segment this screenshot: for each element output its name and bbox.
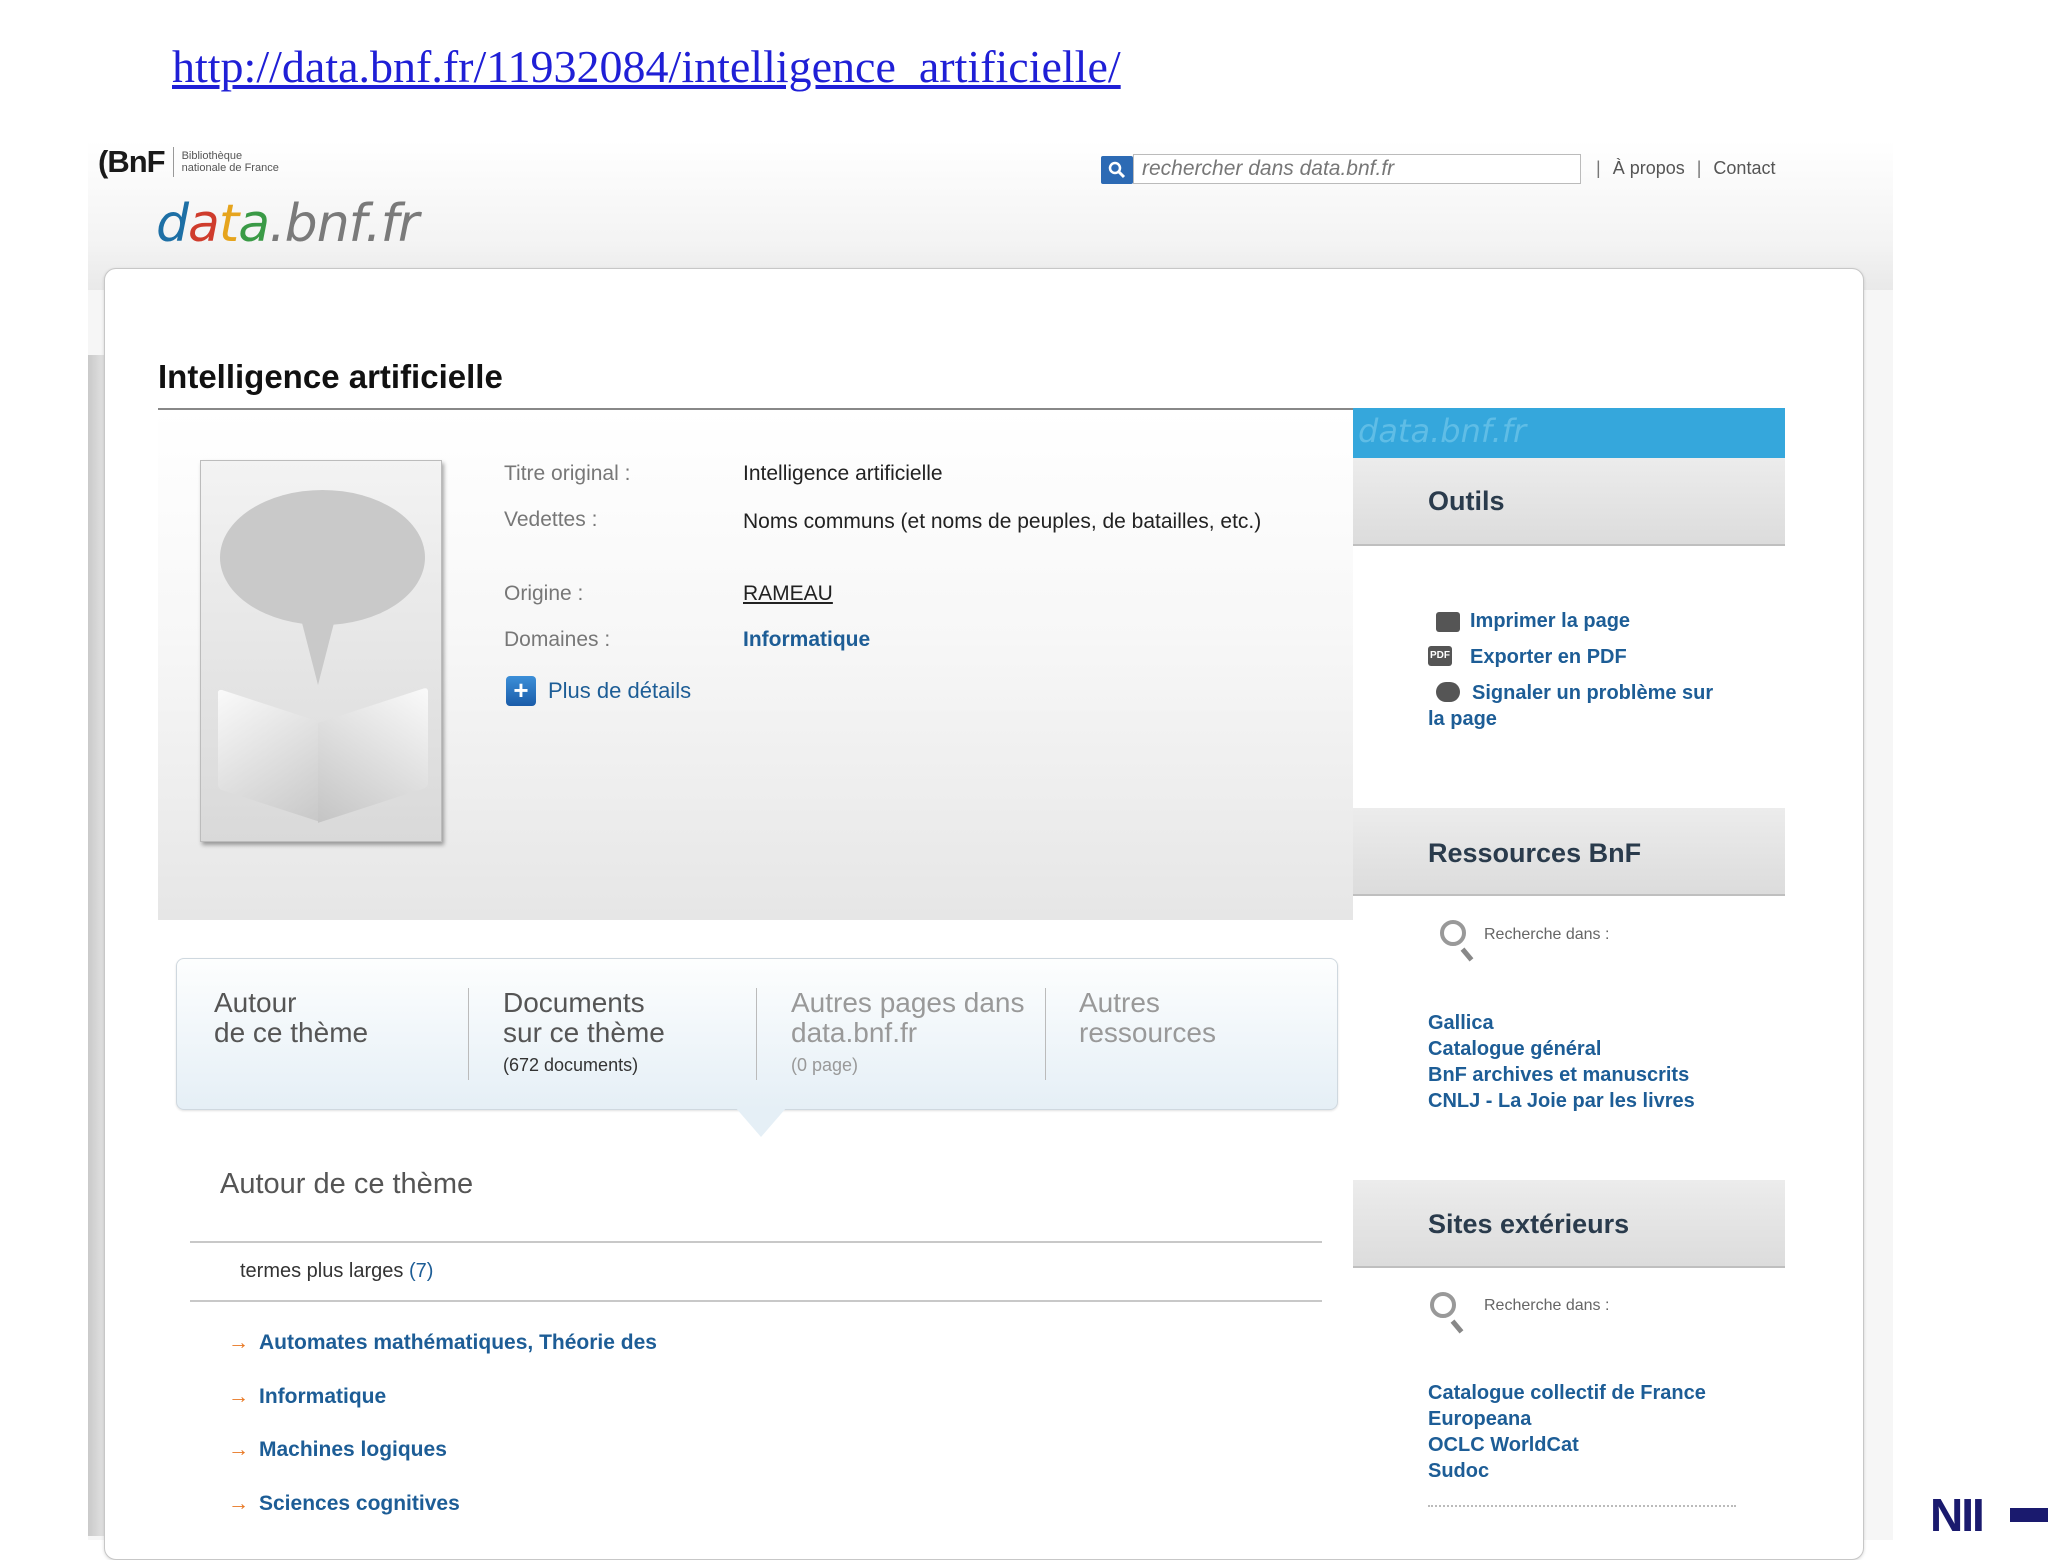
section-divider: [190, 1300, 1322, 1302]
titre-value: Intelligence artificielle: [743, 462, 943, 485]
report-problem-link-line2[interactable]: la page: [1428, 708, 1497, 731]
tab-documents-count: (672 documents): [503, 1055, 639, 1075]
domaines-label: Domaines :: [504, 628, 611, 651]
tab-autres-pages[interactable]: Autres pages dans data.bnf.fr: [791, 988, 1025, 1048]
title-divider: [158, 408, 1353, 410]
bnf-text-line2: nationale de France: [181, 162, 279, 174]
sites-title: Sites extérieurs: [1428, 1209, 1630, 1239]
slide-url-link[interactable]: http://data.bnf.fr/11932084/intelligence…: [172, 40, 1121, 93]
list-item[interactable]: → Machines logiques: [228, 1438, 447, 1462]
logo-letter-t: t: [218, 194, 239, 254]
tab-autour-line2: de ce thème: [214, 1017, 369, 1048]
ressources-search-in: Recherche dans :: [1484, 926, 1610, 943]
domaines-link[interactable]: Informatique: [743, 628, 870, 652]
bnf-logo-text: Bibliothèque nationale de France: [182, 150, 322, 174]
term-link[interactable]: Sciences cognitives: [259, 1492, 460, 1515]
ressources-link[interactable]: BnF archives et manuscrits: [1428, 1064, 1689, 1087]
tab-documents-line1: Documents: [503, 987, 645, 1018]
term-link[interactable]: Informatique: [259, 1385, 386, 1408]
magnifier-icon: [1440, 920, 1466, 946]
tab-autour[interactable]: Autour de ce thème: [214, 988, 368, 1048]
sidebar-banner-text: data.bnf.fr: [1358, 412, 1527, 450]
about-link[interactable]: À propos: [1613, 158, 1685, 179]
tab-divider: [756, 988, 757, 1080]
data-bnf-logo[interactable]: data.bnf.fr: [156, 194, 419, 254]
logo-letter-a: a: [188, 194, 220, 254]
arrow-right-icon: →: [228, 1492, 249, 1515]
outils-header: [1353, 458, 1785, 546]
logo-domain: .bnf.fr: [269, 194, 419, 254]
top-link-separator: |: [1596, 158, 1601, 178]
tab-divider: [468, 988, 469, 1080]
export-pdf-link[interactable]: Exporter en PDF: [1470, 646, 1627, 669]
active-tab-pointer: [735, 1107, 787, 1137]
page-title: Intelligence artificielle: [158, 358, 503, 395]
broader-terms-label: termes plus larges (7): [240, 1260, 433, 1283]
magnifier-icon: [1430, 1292, 1456, 1318]
sites-search-in: Recherche dans :: [1484, 1297, 1610, 1314]
tab-autres-ressources-line1: Autres: [1079, 987, 1160, 1018]
sites-link[interactable]: Europeana: [1428, 1408, 1531, 1431]
tab-autour-line1: Autour: [214, 987, 297, 1018]
search-icon[interactable]: [1101, 156, 1133, 184]
printer-icon: [1436, 612, 1460, 632]
nii-logo: NII: [1930, 1489, 1985, 1541]
arrow-right-icon: →: [228, 1331, 249, 1354]
speech-bubble-tail: [300, 615, 336, 685]
section-title: Autour de ce thème: [220, 1168, 474, 1200]
list-item[interactable]: → Sciences cognitives: [228, 1492, 460, 1516]
bnf-text-line1: Bibliothèque: [181, 150, 243, 162]
sites-link[interactable]: Sudoc: [1428, 1460, 1489, 1483]
top-links: | À propos | Contact: [1596, 158, 1775, 179]
top-link-separator: |: [1696, 158, 1702, 178]
term-link[interactable]: Machines logiques: [259, 1438, 447, 1461]
tab-documents[interactable]: Documents sur ce thème: [503, 988, 665, 1048]
search-input[interactable]: [1133, 154, 1581, 184]
bnf-mark: (BnF: [98, 144, 166, 179]
ressources-link[interactable]: CNLJ - La Joie par les livres: [1428, 1090, 1695, 1113]
print-page-link[interactable]: Imprimer la page: [1470, 610, 1630, 633]
bnf-logo[interactable]: (BnF Bibliothèque nationale de France: [98, 144, 322, 180]
report-problem-link[interactable]: Signaler un problème sur: [1472, 682, 1713, 705]
pdf-icon: PDF: [1428, 646, 1452, 666]
contact-link[interactable]: Contact: [1713, 158, 1775, 179]
tab-autres-ressources-line2: ressources: [1079, 1017, 1216, 1048]
more-details-link[interactable]: Plus de détails: [548, 678, 691, 704]
tab-autres-ressources[interactable]: Autres ressources: [1079, 988, 1216, 1048]
list-item[interactable]: → Informatique: [228, 1385, 386, 1409]
ressources-title: Ressources BnF: [1428, 838, 1642, 868]
ressources-link[interactable]: Gallica: [1428, 1012, 1494, 1035]
vedettes-value: Noms communs (et noms de peuples, de bat…: [743, 510, 1262, 533]
plus-icon[interactable]: +: [506, 676, 536, 706]
bnf-logo-separator: [172, 147, 174, 177]
speech-bubble-icon: [220, 490, 425, 625]
tab-divider: [1045, 988, 1046, 1080]
broader-terms-text: termes plus larges: [240, 1260, 404, 1282]
comment-icon: [1436, 682, 1460, 702]
titre-label: Titre original :: [504, 462, 631, 485]
sites-link[interactable]: OCLC WorldCat: [1428, 1434, 1579, 1457]
tab-documents-line2: sur ce thème: [503, 1017, 665, 1048]
tab-autres-pages-line1: Autres pages dans: [791, 987, 1025, 1018]
logo-letter-d: d: [156, 194, 189, 254]
broader-terms-count: (7): [408, 1260, 434, 1282]
sites-divider: [1428, 1505, 1736, 1507]
outils-title: Outils: [1428, 486, 1505, 516]
logo-letter-a2: a: [238, 194, 270, 254]
tab-autres-pages-count: (0 page): [791, 1055, 859, 1075]
term-link[interactable]: Automates mathématiques, Théorie des: [259, 1331, 657, 1354]
nii-logo-bar: [2010, 1508, 2048, 1522]
arrow-right-icon: →: [228, 1438, 249, 1461]
vedettes-label: Vedettes :: [504, 508, 598, 531]
list-item[interactable]: → Automates mathématiques, Théorie des: [228, 1331, 657, 1355]
tab-autres-pages-line2: data.bnf.fr: [791, 1017, 918, 1048]
ressources-link[interactable]: Catalogue général: [1428, 1038, 1601, 1061]
arrow-right-icon: →: [228, 1385, 249, 1408]
origine-label: Origine :: [504, 582, 584, 605]
sites-link[interactable]: Catalogue collectif de France: [1428, 1382, 1706, 1405]
section-divider: [190, 1241, 1322, 1243]
origine-link[interactable]: RAMEAU: [743, 582, 833, 606]
